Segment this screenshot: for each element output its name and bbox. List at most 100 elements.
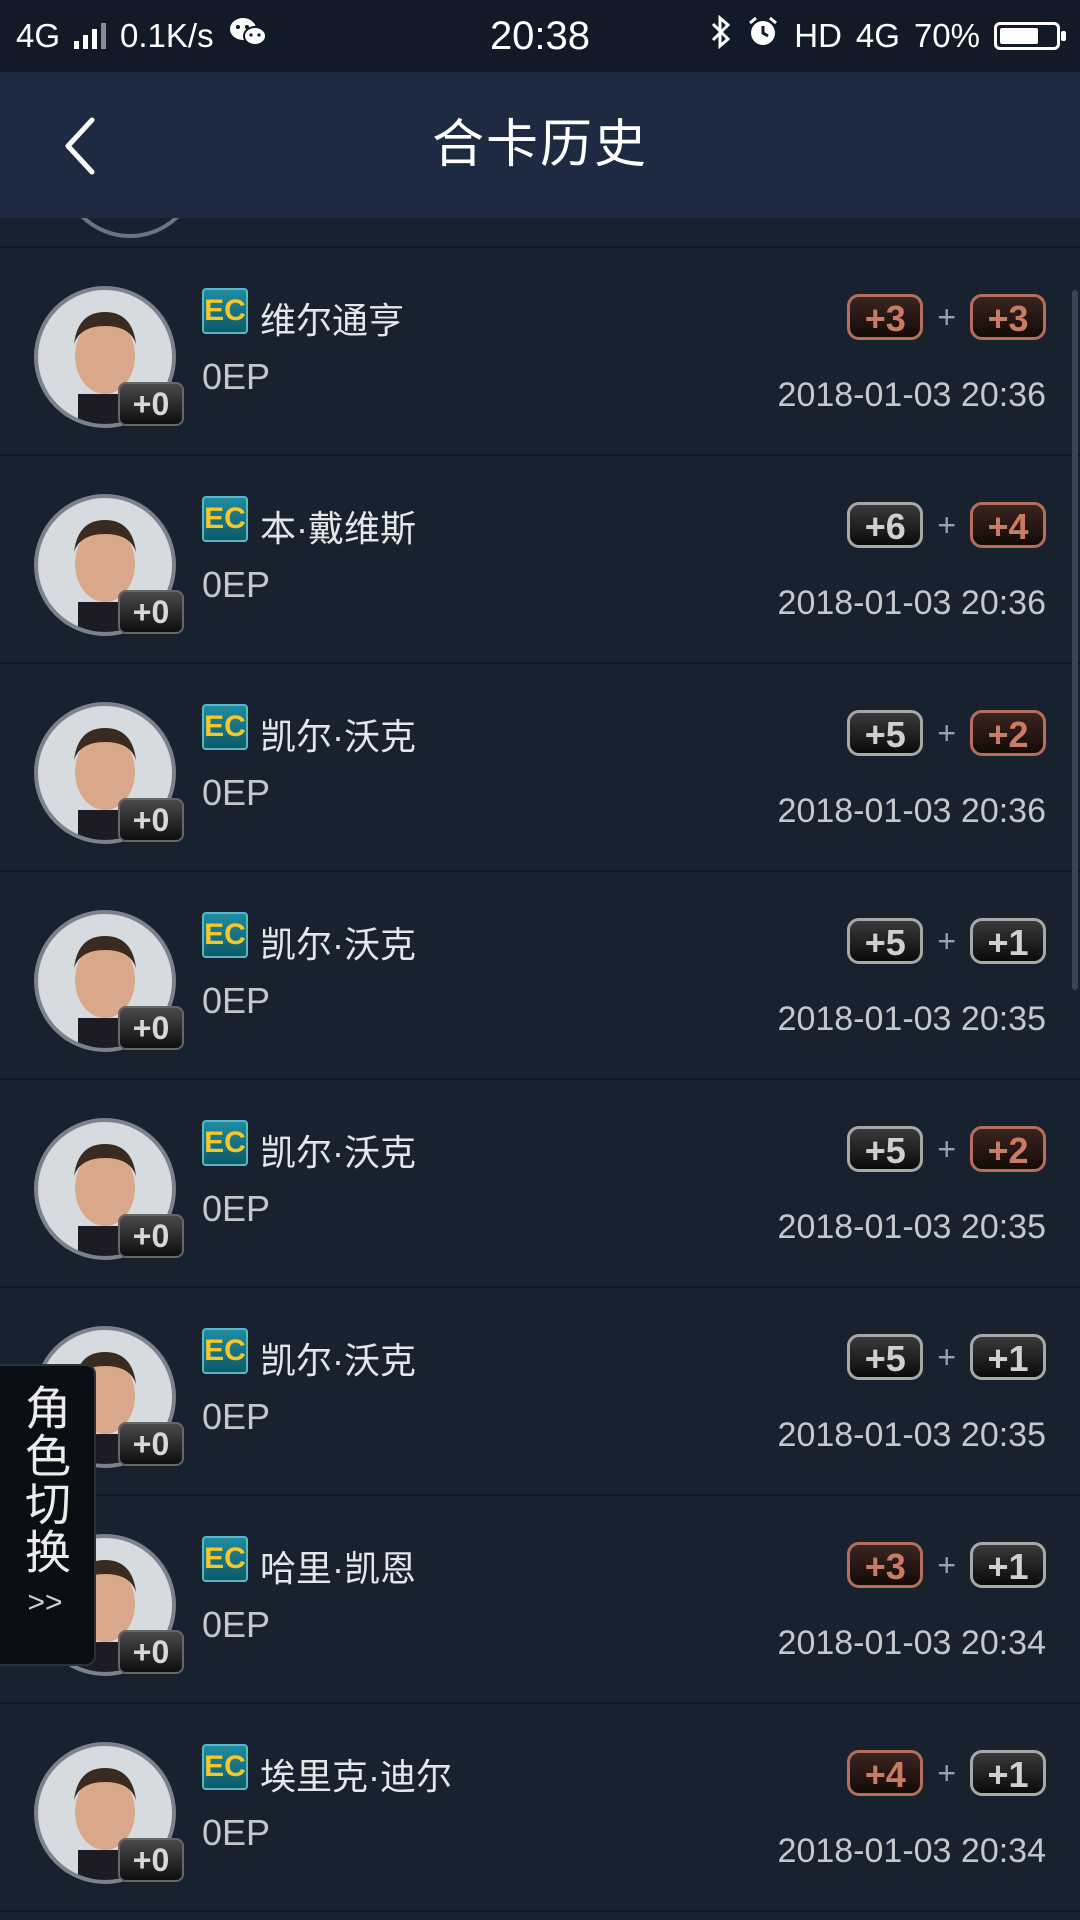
list-item[interactable]: +0 EC 凯尔·沃克 0EP +5 + +1 2018-01-03 20:35 [0, 1288, 1080, 1496]
plus-sign: + [937, 1130, 956, 1167]
player-avatar: +0 [34, 286, 184, 428]
ep-value: 0EP [202, 1188, 271, 1229]
plus-sign: + [937, 714, 956, 751]
player-name: 维尔通亨 [260, 300, 405, 341]
ec-icon: EC [202, 912, 248, 958]
badge-a: +5 [847, 918, 924, 964]
ec-icon: EC [202, 1744, 248, 1790]
player-avatar: +0 [34, 702, 184, 844]
list-item[interactable]: +0 EC 本·戴维斯 0EP +6 + +4 2018-01-03 20:36 [0, 456, 1080, 664]
merge-badges: +3 + +1 [847, 1542, 1046, 1588]
timestamp: 2018-01-03 20:36 [777, 792, 1046, 830]
chevron-left-icon [65, 117, 95, 175]
timestamp: 2018-01-03 20:36 [777, 584, 1046, 622]
level-badge: +0 [118, 1214, 184, 1258]
role-switch-label: 角色切换 [19, 1384, 71, 1576]
merge-badges: +5 + +1 [847, 918, 1046, 964]
page-title: 合卡历史 [431, 116, 648, 174]
badge-b: +3 [970, 294, 1046, 340]
badge-b: +1 [970, 1750, 1046, 1796]
network-type-right: 4G [855, 17, 900, 54]
level-badge: +0 [118, 590, 184, 634]
ec-icon: EC [202, 496, 248, 542]
hd-label: HD [794, 17, 842, 54]
level-badge: +0 [118, 1630, 184, 1674]
ep-value: 0EP [202, 1396, 271, 1437]
ep-value: 0EP [202, 980, 271, 1021]
player-avatar: +0 [34, 910, 184, 1052]
list-item-partial [0, 218, 1080, 248]
ec-icon: EC [202, 288, 248, 334]
plus-sign: + [937, 1546, 956, 1583]
badge-b: +2 [970, 710, 1046, 756]
scrollbar[interactable] [1072, 290, 1078, 990]
timestamp: 2018-01-03 20:35 [777, 1416, 1046, 1454]
merge-badges: +6 + +4 [847, 502, 1046, 548]
player-name: 凯尔·沃克 [260, 1340, 416, 1381]
badge-a: +5 [847, 710, 924, 756]
player-name: 埃里克·迪尔 [260, 1756, 452, 1797]
list-item[interactable]: +0 EC 埃里克·迪尔 0EP +4 + +1 2018-01-03 20:3… [0, 1704, 1080, 1912]
ep-value: 0EP [202, 1604, 271, 1645]
player-avatar: +0 [34, 1742, 184, 1884]
ec-icon: EC [202, 1120, 248, 1166]
back-button[interactable] [40, 106, 120, 186]
badge-b: +4 [970, 502, 1046, 548]
merge-badges: +3 + +3 [847, 294, 1046, 340]
wechat-icon [228, 16, 268, 56]
plus-sign: + [937, 922, 956, 959]
merge-badges: +5 + +2 [847, 710, 1046, 756]
timestamp: 2018-01-03 20:36 [777, 376, 1046, 414]
player-name: 凯尔·沃克 [260, 1132, 416, 1173]
list-item[interactable]: +0 EC 哈里·凯恩 0EP +3 + +1 2018-01-03 20:34 [0, 1496, 1080, 1704]
ec-icon: EC [202, 1536, 248, 1582]
role-switch-tab[interactable]: 角色切换 >> [0, 1364, 96, 1666]
level-badge: +0 [118, 798, 184, 842]
badge-b: +1 [970, 1334, 1046, 1380]
app-header: 合卡历史 [0, 72, 1080, 218]
ep-value: 0EP [202, 564, 271, 605]
timestamp: 2018-01-03 20:34 [777, 1832, 1046, 1870]
ec-icon: EC [202, 704, 248, 750]
plus-sign: + [937, 1754, 956, 1791]
list-item[interactable]: +0 EC 凯尔·沃克 0EP +5 + +2 2018-01-03 20:35 [0, 1080, 1080, 1288]
player-avatar: +0 [34, 494, 184, 636]
ep-value: 0EP [202, 1812, 271, 1853]
player-name: 凯尔·沃克 [260, 716, 416, 757]
alarm-icon [746, 15, 780, 57]
bluetooth-icon [710, 14, 732, 57]
merge-history-list: +0 EC 维尔通亨 0EP +3 + +3 2018-01-03 20:36 … [0, 218, 1080, 1912]
battery-icon [994, 22, 1066, 50]
plus-sign: + [937, 298, 956, 335]
merge-badges: +5 + +2 [847, 1126, 1046, 1172]
timestamp: 2018-01-03 20:34 [777, 1624, 1046, 1662]
badge-a: +3 [847, 294, 924, 340]
merge-badges: +5 + +1 [847, 1334, 1046, 1380]
plus-sign: + [937, 1338, 956, 1375]
list-item[interactable]: +0 EC 凯尔·沃克 0EP +5 + +1 2018-01-03 20:35 [0, 872, 1080, 1080]
badge-b: +2 [970, 1126, 1046, 1172]
list-item[interactable]: +0 EC 维尔通亨 0EP +3 + +3 2018-01-03 20:36 [0, 248, 1080, 456]
badge-b: +1 [970, 1542, 1046, 1588]
network-type: 4G [16, 17, 61, 54]
level-badge: +0 [118, 1838, 184, 1882]
list-item[interactable]: +0 EC 凯尔·沃克 0EP +5 + +2 2018-01-03 20:36 [0, 664, 1080, 872]
timestamp: 2018-01-03 20:35 [777, 1208, 1046, 1246]
player-name: 本·戴维斯 [260, 508, 416, 549]
player-name: 凯尔·沃克 [260, 924, 416, 965]
badge-a: +6 [847, 502, 924, 548]
status-right: HD 4G 70% [710, 14, 1080, 57]
badge-a: +4 [847, 1750, 924, 1796]
level-badge: +0 [118, 1006, 184, 1050]
status-bar: 4G 0.1K/s 20:38 HD 4G 70% [0, 0, 1080, 72]
level-badge: +0 [118, 1422, 184, 1466]
badge-a: +5 [847, 1334, 924, 1380]
badge-a: +5 [847, 1126, 924, 1172]
ep-value: 0EP [202, 356, 271, 397]
plus-sign: + [937, 506, 956, 543]
ep-value: 0EP [202, 772, 271, 813]
avatar [60, 218, 200, 238]
level-badge: +0 [118, 382, 184, 426]
merge-badges: +4 + +1 [847, 1750, 1046, 1796]
player-name: 哈里·凯恩 [260, 1548, 416, 1589]
